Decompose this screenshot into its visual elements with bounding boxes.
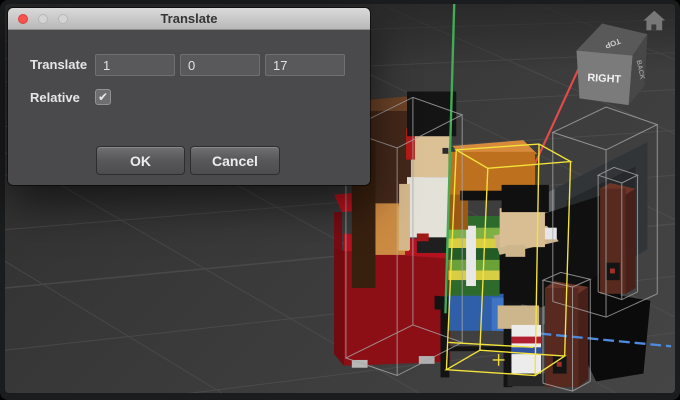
voxel-editor-window: RIGHT TOP BACK Translate Translate Relat… — [0, 0, 680, 400]
relative-checkbox[interactable]: ✔ — [95, 89, 111, 105]
checkmark-icon: ✔ — [98, 90, 108, 104]
relative-label: Relative — [30, 90, 80, 105]
translate-y-input[interactable] — [180, 54, 260, 76]
view-cube-front-label: RIGHT — [587, 72, 622, 86]
ok-button[interactable]: OK — [96, 146, 185, 175]
translate-dialog: Translate Translate Relative ✔ OK Cancel — [8, 8, 370, 185]
translate-label: Translate — [30, 57, 87, 72]
dialog-titlebar[interactable]: Translate — [8, 8, 370, 30]
translate-z-input[interactable] — [265, 54, 345, 76]
translate-x-input[interactable] — [95, 54, 175, 76]
speaker-back — [600, 183, 635, 294]
cancel-button[interactable]: Cancel — [190, 146, 280, 175]
dialog-title: Translate — [8, 8, 370, 30]
